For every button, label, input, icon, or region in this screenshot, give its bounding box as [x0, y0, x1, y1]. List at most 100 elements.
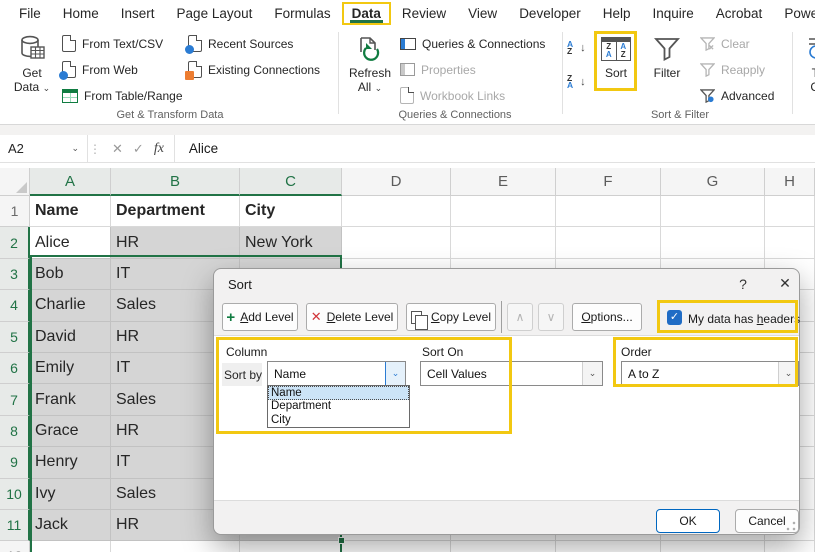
row-header-1[interactable]: 1: [0, 196, 30, 227]
row-header-3[interactable]: 3: [0, 259, 30, 290]
cell-D2[interactable]: [342, 227, 451, 258]
name-box[interactable]: A2 ⌄: [0, 135, 88, 163]
cell-A10[interactable]: Ivy: [30, 479, 111, 510]
row-header-10[interactable]: 10: [0, 479, 30, 510]
menu-tab-review[interactable]: Review: [391, 2, 457, 25]
formula-bar-handle[interactable]: ⋮: [88, 142, 102, 156]
cell-H12[interactable]: [765, 541, 815, 552]
cell-E12[interactable]: [451, 541, 556, 552]
cell-A4[interactable]: Charlie: [30, 290, 111, 321]
column-combo-chevron-icon[interactable]: ⌄: [385, 362, 405, 385]
column-header-H[interactable]: H: [765, 168, 815, 196]
filter-button[interactable]: Filter: [644, 30, 690, 106]
ok-button[interactable]: OK: [656, 509, 720, 533]
enter-entry-icon[interactable]: ✓: [133, 141, 144, 157]
cell-A8[interactable]: Grace: [30, 416, 111, 447]
from-web-button[interactable]: From Web: [62, 58, 138, 81]
resize-grip[interactable]: [786, 521, 796, 531]
menu-tab-developer[interactable]: Developer: [508, 2, 592, 25]
cell-C12[interactable]: [240, 541, 342, 552]
cell-E2[interactable]: [451, 227, 556, 258]
cell-D12[interactable]: [342, 541, 451, 552]
options-button[interactable]: Options...: [572, 303, 642, 331]
dropdown-option-city[interactable]: City: [268, 413, 409, 427]
text-to-columns-button[interactable]: Te Co: [798, 30, 815, 106]
column-header-E[interactable]: E: [451, 168, 556, 196]
row-header-4[interactable]: 4: [0, 290, 30, 321]
menu-tab-page-layout[interactable]: Page Layout: [166, 2, 264, 25]
row-header-5[interactable]: 5: [0, 322, 30, 353]
cell-A5[interactable]: David: [30, 322, 111, 353]
get-data-button[interactable]: Get Data ⌄: [6, 30, 58, 106]
row-header-6[interactable]: 6: [0, 353, 30, 384]
queries-connections-button[interactable]: Queries & Connections: [400, 32, 545, 55]
row-header-7[interactable]: 7: [0, 384, 30, 415]
column-header-G[interactable]: G: [661, 168, 765, 196]
my-data-has-headers-checkbox[interactable]: ✓: [667, 310, 682, 325]
delete-level-button[interactable]: ✕ Delete Level: [306, 303, 398, 331]
cell-H2[interactable]: [765, 227, 815, 258]
cell-C1[interactable]: City: [240, 196, 342, 227]
insert-function-icon[interactable]: fx: [154, 141, 164, 157]
name-box-chevron-icon[interactable]: ⌄: [71, 143, 79, 154]
column-header-F[interactable]: F: [556, 168, 661, 196]
row-header-9[interactable]: 9: [0, 447, 30, 478]
row-header-12[interactable]: 12: [0, 541, 30, 552]
row-header-8[interactable]: 8: [0, 416, 30, 447]
refresh-all-button[interactable]: Refresh All ⌄: [344, 30, 396, 106]
order-combo-chevron-icon[interactable]: ⌄: [778, 362, 798, 385]
cell-A12[interactable]: [30, 541, 111, 552]
cell-G1[interactable]: [661, 196, 765, 227]
cell-A1[interactable]: Name: [30, 196, 111, 227]
sort-descending-button[interactable]: ZA↓: [567, 70, 586, 93]
column-combo[interactable]: Name ⌄: [267, 361, 406, 386]
menu-tab-acrobat[interactable]: Acrobat: [705, 2, 774, 25]
cell-G12[interactable]: [661, 541, 765, 552]
menu-tab-view[interactable]: View: [457, 2, 508, 25]
cell-A7[interactable]: Frank: [30, 384, 111, 415]
cell-A3[interactable]: Bob: [30, 259, 111, 290]
menu-tab-file[interactable]: File: [8, 2, 52, 25]
cell-A6[interactable]: Emily: [30, 353, 111, 384]
from-text-csv-button[interactable]: From Text/CSV: [62, 32, 163, 55]
cell-H1[interactable]: [765, 196, 815, 227]
cell-F12[interactable]: [556, 541, 661, 552]
sort-button[interactable]: ZA AZ Sort: [598, 30, 634, 106]
formula-bar-content[interactable]: Alice: [175, 141, 218, 156]
menu-tab-formulas[interactable]: Formulas: [263, 2, 341, 25]
dialog-help-button[interactable]: ?: [732, 276, 754, 292]
menu-tab-inquire[interactable]: Inquire: [642, 2, 705, 25]
dialog-close-button[interactable]: ✕: [774, 275, 796, 292]
recent-sources-button[interactable]: Recent Sources: [188, 32, 293, 55]
cell-A2[interactable]: Alice: [30, 227, 111, 258]
menu-tab-insert[interactable]: Insert: [110, 2, 166, 25]
add-level-button[interactable]: + Add Level: [222, 303, 298, 331]
dropdown-option-name[interactable]: Name: [268, 386, 409, 400]
row-header-11[interactable]: 11: [0, 510, 30, 541]
dropdown-option-department[interactable]: Department: [268, 400, 409, 414]
cell-B12[interactable]: [111, 541, 240, 552]
menu-tab-data[interactable]: Data: [342, 2, 391, 25]
cell-B2[interactable]: HR: [111, 227, 240, 258]
cell-F1[interactable]: [556, 196, 661, 227]
cell-B1[interactable]: Department: [111, 196, 240, 227]
copy-level-button[interactable]: Copy Level: [406, 303, 496, 331]
cell-A11[interactable]: Jack: [30, 510, 111, 541]
menu-tab-home[interactable]: Home: [52, 2, 110, 25]
column-header-C[interactable]: C: [240, 168, 342, 196]
column-header-B[interactable]: B: [111, 168, 240, 196]
column-header-D[interactable]: D: [342, 168, 451, 196]
row-header-2[interactable]: 2: [0, 227, 30, 258]
cell-G2[interactable]: [661, 227, 765, 258]
menu-tab-power-p[interactable]: Power P: [773, 2, 815, 25]
order-combo[interactable]: A to Z ⌄: [621, 361, 799, 386]
menu-tab-help[interactable]: Help: [592, 2, 642, 25]
sort-ascending-button[interactable]: AZ↓: [567, 36, 586, 59]
cell-F2[interactable]: [556, 227, 661, 258]
cell-A9[interactable]: Henry: [30, 447, 111, 478]
column-header-A[interactable]: A: [30, 168, 111, 196]
select-all-corner[interactable]: [0, 168, 30, 196]
sort-on-combo-chevron-icon[interactable]: ⌄: [582, 362, 602, 385]
existing-connections-button[interactable]: Existing Connections: [188, 58, 320, 81]
cancel-entry-icon[interactable]: ✕: [112, 141, 123, 157]
